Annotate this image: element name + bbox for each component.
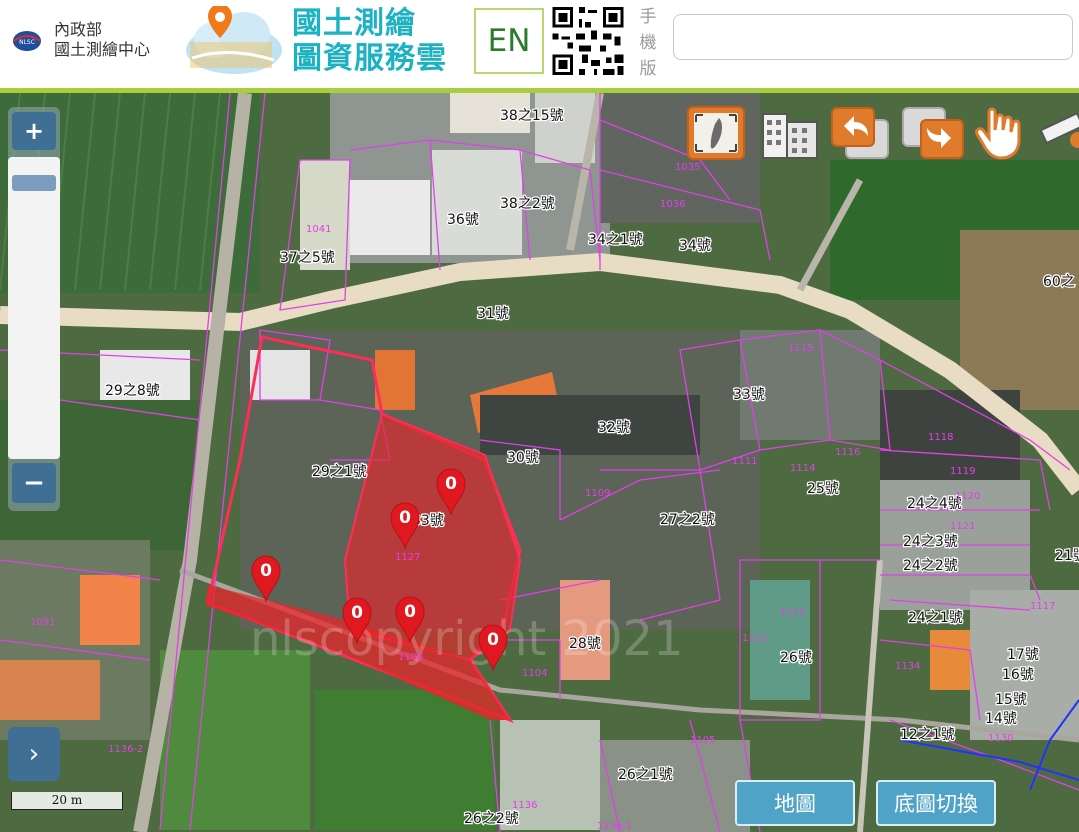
lot-number: 1136-2 bbox=[108, 744, 143, 755]
place-label: 24之2號 bbox=[903, 558, 958, 574]
place-label: 26之2號 bbox=[464, 811, 519, 827]
lot-number: 1117 bbox=[1030, 601, 1055, 612]
place-label: 31號 bbox=[477, 306, 509, 322]
place-label: 29之1號 bbox=[312, 464, 367, 480]
place-label: 34之1號 bbox=[588, 232, 643, 248]
basemap-switch-button[interactable]: 底圖切換 bbox=[876, 780, 996, 826]
lot-number: 1091 bbox=[30, 617, 55, 628]
place-label: 26號 bbox=[780, 650, 812, 666]
map-button[interactable]: 地圖 bbox=[735, 780, 855, 826]
place-label: 29之8號 bbox=[105, 383, 160, 399]
lot-number: 1106 bbox=[398, 652, 423, 663]
expand-panel-button[interactable]: › bbox=[8, 727, 60, 781]
redo-arrow-icon[interactable] bbox=[899, 104, 969, 162]
place-label: 26之1號 bbox=[618, 767, 673, 783]
lot-number: 1036 bbox=[660, 199, 685, 210]
nlsc-logo-icon[interactable]: NLSC bbox=[12, 29, 42, 53]
place-label: 27之2號 bbox=[660, 512, 715, 528]
place-label: 15號 bbox=[995, 692, 1027, 708]
zoom-slider-track[interactable] bbox=[8, 157, 60, 459]
lot-number: 1119 bbox=[950, 466, 975, 477]
lot-number: 1120 bbox=[955, 491, 980, 502]
english-button[interactable]: EN bbox=[474, 8, 544, 74]
org-line-2: 國土測繪中心 bbox=[54, 40, 151, 59]
place-label: 24之1號 bbox=[908, 610, 963, 626]
copyright-watermark: nlscopyright 2021 bbox=[250, 611, 684, 667]
lot-number: 1035 bbox=[675, 162, 700, 173]
place-label: 24之3號 bbox=[903, 534, 958, 550]
mobile-label-char: 手 bbox=[639, 7, 657, 27]
scale-bar: 20 m bbox=[11, 792, 123, 810]
lot-number: 1136-1 bbox=[597, 821, 632, 832]
org-line-1: 內政部 bbox=[54, 20, 103, 39]
place-label: 32號 bbox=[598, 420, 630, 436]
marker-glyph: 0 bbox=[487, 630, 499, 650]
place-label: 37之5號 bbox=[280, 250, 335, 266]
service-title-line-2: 圖資服務雲 bbox=[292, 41, 447, 76]
place-label: 36號 bbox=[447, 212, 479, 228]
hand-pointer-icon[interactable] bbox=[973, 104, 1035, 162]
buildings-icon[interactable] bbox=[757, 104, 823, 162]
marker-glyph: 0 bbox=[404, 602, 416, 622]
lot-number: 1114 bbox=[790, 463, 815, 474]
marker-glyph: 0 bbox=[351, 603, 363, 623]
lot-number: 1112 bbox=[742, 633, 767, 644]
marker-glyph: 0 bbox=[260, 561, 272, 581]
lot-number: 1111 bbox=[732, 456, 757, 467]
mobile-version-link[interactable]: 手 機 版 bbox=[638, 4, 658, 82]
mobile-label-char: 版 bbox=[639, 59, 657, 79]
search-input[interactable] bbox=[673, 14, 1073, 60]
map-canvas[interactable]: nlscopyright 2021 38之15號 36號 38之2號 34之1號… bbox=[0, 93, 1079, 832]
place-label: 38之2號 bbox=[500, 196, 555, 212]
nlsc-logo-text: NLSC bbox=[19, 39, 35, 46]
cloud-map-logo-icon[interactable] bbox=[178, 6, 284, 80]
zoom-out-button[interactable]: − bbox=[12, 463, 56, 503]
place-label: 38之15號 bbox=[500, 108, 564, 124]
lot-number: 1134 bbox=[895, 661, 920, 672]
mobile-label-char: 機 bbox=[639, 33, 657, 53]
lot-number: 1118 bbox=[928, 432, 953, 443]
lot-number: 1041 bbox=[306, 224, 331, 235]
lot-number: 1121 bbox=[950, 521, 975, 532]
place-label: 12之1號 bbox=[900, 727, 955, 743]
lot-number: 1115 bbox=[788, 343, 813, 354]
place-label: 60之 bbox=[1043, 274, 1075, 290]
undo-arrow-icon[interactable] bbox=[828, 104, 894, 162]
place-label: 30號 bbox=[507, 450, 539, 466]
header-bar: NLSC 內政部 國土測繪中心 國土測繪 圖資服務雲 EN 手 機 版 bbox=[0, 0, 1079, 93]
place-label: 21號 bbox=[1055, 548, 1079, 564]
lot-number: 1104 bbox=[522, 668, 547, 679]
taiwan-map-icon[interactable] bbox=[685, 104, 749, 162]
zoom-in-button[interactable]: + bbox=[12, 112, 56, 150]
aerial-map[interactable]: nlscopyright 2021 38之15號 36號 38之2號 34之1號… bbox=[0, 93, 1079, 832]
qr-code-icon[interactable] bbox=[549, 4, 627, 78]
organization-name[interactable]: 內政部 國土測繪中心 bbox=[54, 20, 150, 60]
place-label: 33號 bbox=[733, 387, 765, 403]
lot-number: 1127 bbox=[395, 552, 420, 563]
place-label: 16號 bbox=[1002, 667, 1034, 683]
place-label: 17號 bbox=[1007, 647, 1039, 663]
zoom-slider-handle[interactable] bbox=[12, 175, 56, 191]
marker-glyph: 0 bbox=[399, 508, 411, 528]
lot-number: 1116 bbox=[835, 447, 860, 458]
place-label: 25號 bbox=[807, 481, 839, 497]
place-label: 24之4號 bbox=[907, 496, 962, 512]
lot-number: 1109 bbox=[585, 488, 610, 499]
ruler-icon[interactable] bbox=[1040, 104, 1079, 162]
place-label: 14號 bbox=[985, 711, 1017, 727]
marker-glyph: 0 bbox=[445, 474, 457, 494]
service-title[interactable]: 國土測繪 圖資服務雲 bbox=[292, 6, 447, 76]
service-title-line-1: 國土測繪 bbox=[292, 6, 416, 41]
lot-number: 1113 bbox=[780, 607, 805, 618]
lot-number: 1130 bbox=[988, 733, 1013, 744]
lot-number: 1105 bbox=[690, 735, 715, 746]
place-label: 34號 bbox=[679, 238, 711, 254]
lot-number: 1136 bbox=[512, 800, 537, 811]
place-label: 28號 bbox=[569, 636, 601, 652]
